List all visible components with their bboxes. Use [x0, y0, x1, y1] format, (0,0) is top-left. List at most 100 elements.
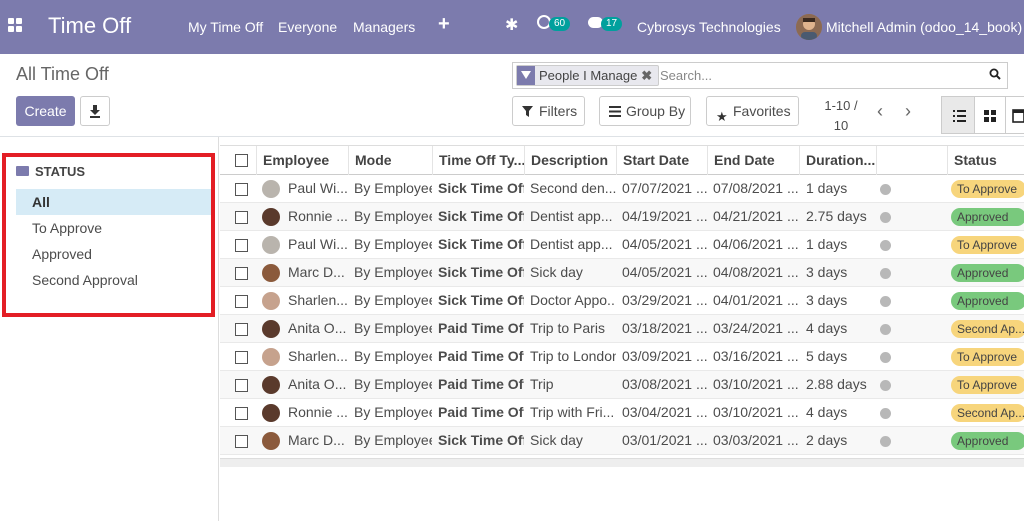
- row-checkbox[interactable]: [235, 351, 248, 364]
- list-view-icon: [953, 110, 966, 122]
- pager-value[interactable]: 1-10 / 10: [822, 96, 860, 136]
- row-checkbox[interactable]: [235, 323, 248, 336]
- create-button[interactable]: Create: [16, 96, 75, 126]
- row-checkbox[interactable]: [235, 211, 248, 224]
- time-off-list: Employee Mode Time Off Ty... Description…: [220, 145, 1024, 521]
- search-input[interactable]: Search...: [660, 68, 712, 83]
- group-by-button[interactable]: Group By: [599, 96, 691, 126]
- bug-icon[interactable]: ✱: [505, 15, 518, 35]
- duration-cell: 2.75 days: [806, 208, 867, 224]
- time-off-type-cell: Paid Time Off: [438, 320, 524, 336]
- row-checkbox[interactable]: [235, 295, 248, 308]
- status-badge: Approved: [951, 208, 1024, 226]
- menu-managers[interactable]: Managers: [353, 19, 415, 35]
- mode-cell: By Employee: [354, 208, 432, 224]
- employee-cell: Paul Wi...: [288, 236, 348, 252]
- column-activity[interactable]: [876, 146, 948, 175]
- activity-status-icon[interactable]: [880, 324, 891, 335]
- description-cell: Trip to Paris: [530, 320, 605, 336]
- favorites-button[interactable]: ★ Favorites: [706, 96, 799, 126]
- description-cell: Dentist app...: [530, 208, 613, 224]
- search-icon[interactable]: [989, 68, 1001, 80]
- apps-menu-icon[interactable]: [8, 18, 24, 34]
- calendar-view-button[interactable]: [1006, 96, 1024, 134]
- end-date-cell: 04/21/2021 ...: [713, 208, 799, 224]
- table-row[interactable]: Marc D... By Employee Sick Time Off Sick da…: [220, 259, 1024, 287]
- duration-cell: 4 days: [806, 320, 848, 336]
- table-row[interactable]: Anita O... By Employee Paid Time Off Trip 03…: [220, 371, 1024, 399]
- column-time-off-type[interactable]: Time Off Ty...: [432, 146, 525, 175]
- select-all-checkbox[interactable]: [235, 154, 248, 167]
- employee-cell: Sharlen...: [288, 348, 348, 364]
- end-date-cell: 03/24/2021 ...: [713, 320, 799, 336]
- menu-everyone[interactable]: Everyone: [278, 19, 337, 35]
- company-switcher[interactable]: Cybrosys Technologies: [637, 19, 781, 35]
- mode-cell: By Employee: [354, 264, 432, 280]
- column-duration[interactable]: Duration...: [799, 146, 877, 175]
- row-checkbox[interactable]: [235, 379, 248, 392]
- column-employee[interactable]: Employee: [256, 146, 349, 175]
- app-title[interactable]: Time Off: [48, 13, 131, 39]
- end-date-cell: 04/08/2021 ...: [713, 264, 799, 280]
- pager-next-icon[interactable]: ›: [905, 102, 911, 120]
- status-badge: To Approve: [951, 376, 1024, 394]
- message-count-badge: 17: [601, 17, 623, 31]
- menu-my-time-off[interactable]: My Time Off: [188, 19, 263, 35]
- activity-status-icon[interactable]: [880, 296, 891, 307]
- activity-status-icon[interactable]: [880, 240, 891, 251]
- list-view-button[interactable]: [941, 96, 975, 134]
- employee-avatar: [262, 208, 280, 226]
- activity-status-icon[interactable]: [880, 268, 891, 279]
- pager-previous-icon[interactable]: ‹: [877, 102, 883, 120]
- column-start-date[interactable]: Start Date: [616, 146, 708, 175]
- calendar-view-icon: [1012, 109, 1024, 123]
- employee-avatar: [262, 236, 280, 254]
- list-icon: [609, 106, 621, 117]
- user-menu[interactable]: Mitchell Admin (odoo_14_book): [826, 19, 1022, 35]
- search-bar[interactable]: People I Manage ✖ Search...: [512, 62, 1008, 89]
- employee-cell: Marc D...: [288, 264, 345, 280]
- activity-status-icon[interactable]: [880, 212, 891, 223]
- filter-facet[interactable]: People I Manage ✖: [516, 65, 660, 86]
- activity-status-icon[interactable]: [880, 380, 891, 391]
- table-row[interactable]: Anita O... By Employee Paid Time Off Trip t…: [220, 315, 1024, 343]
- plus-icon[interactable]: +: [438, 13, 450, 36]
- activity-status-icon[interactable]: [880, 436, 891, 447]
- mode-cell: By Employee: [354, 236, 432, 252]
- column-mode[interactable]: Mode: [348, 146, 433, 175]
- time-off-type-cell: Sick Time Off: [438, 180, 524, 196]
- export-download-button[interactable]: [80, 96, 110, 126]
- activity-status-icon[interactable]: [880, 184, 891, 195]
- end-date-cell: 03/10/2021 ...: [713, 404, 799, 420]
- description-cell: Trip with Fri...: [530, 404, 615, 420]
- remove-facet-icon[interactable]: ✖: [641, 68, 652, 83]
- table-row[interactable]: Paul Wi... By Employee Sick Time Off Second…: [220, 175, 1024, 203]
- kanban-view-icon: [984, 110, 996, 122]
- table-row[interactable]: Marc D... By Employee Sick Time Off Sick da…: [220, 427, 1024, 455]
- table-row[interactable]: Sharlen... By Employee Paid Time Off Trip t…: [220, 343, 1024, 371]
- start-date-cell: 03/09/2021 ...: [622, 348, 708, 364]
- table-row[interactable]: Sharlen... By Employee Sick Time Off Doctor…: [220, 287, 1024, 315]
- row-checkbox[interactable]: [235, 183, 248, 196]
- activity-status-icon[interactable]: [880, 408, 891, 419]
- row-checkbox[interactable]: [235, 267, 248, 280]
- status-badge: Second Ap...: [951, 404, 1024, 422]
- table-row[interactable]: Ronnie ... By Employee Sick Time Off Dentis…: [220, 203, 1024, 231]
- filters-button[interactable]: Filters: [512, 96, 585, 126]
- end-date-cell: 04/06/2021 ...: [713, 236, 799, 252]
- table-row[interactable]: Paul Wi... By Employee Sick Time Off Dentis…: [220, 231, 1024, 259]
- table-row[interactable]: Ronnie ... By Employee Paid Time Off Trip w…: [220, 399, 1024, 427]
- user-avatar[interactable]: [796, 14, 822, 40]
- column-end-date[interactable]: End Date: [707, 146, 800, 175]
- filters-label: Filters: [539, 103, 578, 119]
- row-checkbox[interactable]: [235, 407, 248, 420]
- start-date-cell: 04/05/2021 ...: [622, 236, 708, 252]
- kanban-view-button[interactable]: [974, 96, 1006, 134]
- end-date-cell: 03/10/2021 ...: [713, 376, 799, 392]
- activity-status-icon[interactable]: [880, 352, 891, 363]
- column-description[interactable]: Description: [524, 146, 617, 175]
- column-status[interactable]: Status: [947, 146, 1024, 175]
- pager-range: 1-10 /: [824, 98, 858, 113]
- row-checkbox[interactable]: [235, 435, 248, 448]
- row-checkbox[interactable]: [235, 239, 248, 252]
